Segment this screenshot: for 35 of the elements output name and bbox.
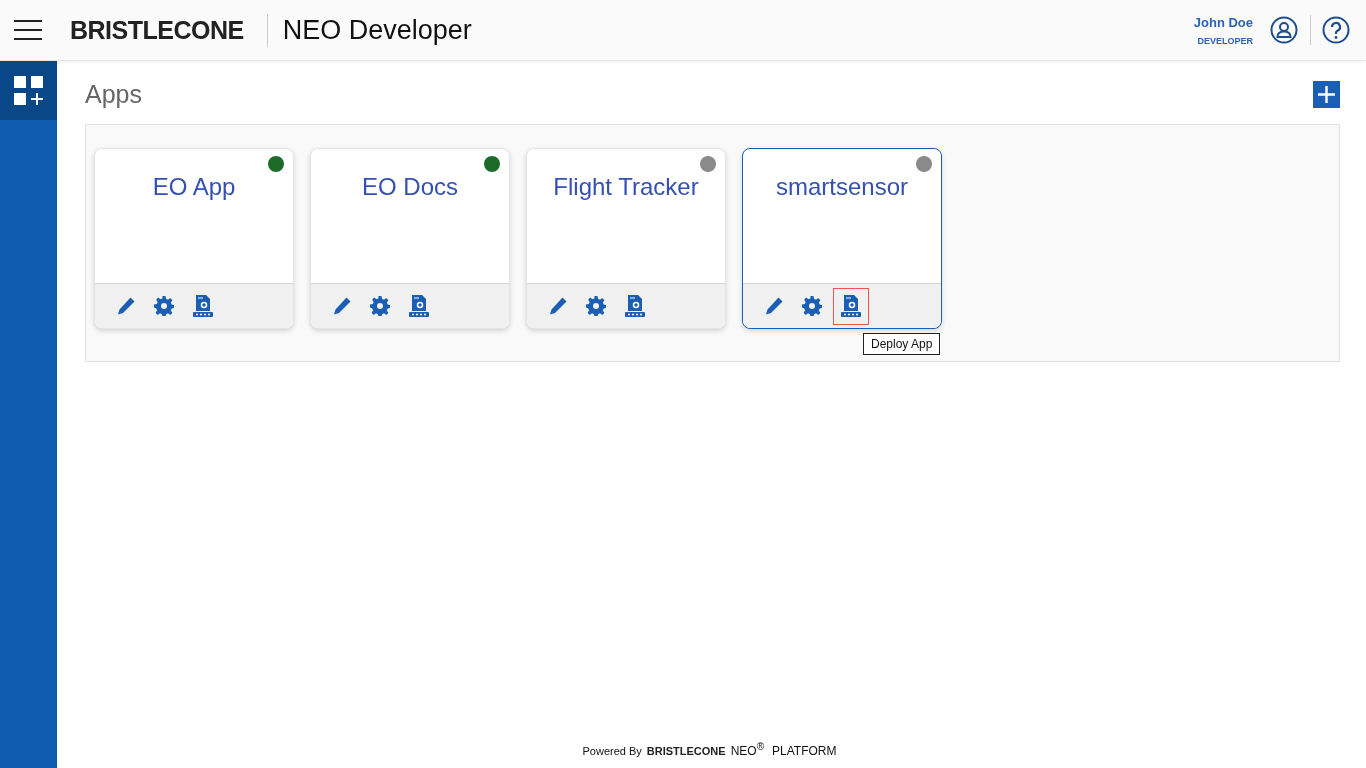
apps-grid-icon	[13, 75, 44, 106]
menu-icon[interactable]	[14, 20, 42, 40]
brand-logo: BRISTLECONE	[70, 15, 244, 45]
pencil-icon	[116, 296, 136, 316]
powered-by-text: Powered By	[582, 745, 642, 757]
tooltip: Deploy App	[863, 332, 941, 355]
pencil-icon	[332, 296, 352, 316]
document-gear-icon	[840, 295, 862, 317]
app-name: Flight Tracker	[553, 173, 699, 201]
app-name: smartsensor	[775, 173, 908, 201]
help-icon[interactable]	[1322, 16, 1350, 44]
app-name: EO App	[152, 173, 236, 201]
document-gear-icon	[624, 295, 646, 317]
settings-icon	[370, 296, 390, 316]
document-gear-icon	[192, 295, 214, 317]
pencil-icon	[764, 296, 784, 316]
app-card[interactable]: EO Docs	[310, 148, 510, 329]
pencil-icon	[548, 296, 568, 316]
apps-nav-button[interactable]	[0, 61, 57, 120]
page-title: Apps	[85, 79, 142, 109]
app-card[interactable]: EO App	[94, 148, 294, 329]
platform-label: PLATFORM	[772, 744, 837, 758]
platform-name: NEO$^{®}$	[730, 741, 765, 758]
user-name: John Doe	[1193, 14, 1253, 30]
add-button[interactable]	[1313, 80, 1340, 108]
user-role: DEVELOPER	[1197, 35, 1253, 46]
app-card[interactable]: Flight Tracker	[526, 148, 726, 329]
profile-icon[interactable]	[1270, 16, 1298, 44]
settings-icon	[802, 296, 822, 316]
settings-icon	[154, 296, 174, 316]
document-gear-icon	[408, 295, 430, 317]
product-title: NEO Developer	[282, 14, 472, 46]
brand-logo: BRISTLECONE	[646, 745, 726, 757]
settings-icon	[586, 296, 606, 316]
app-name: EO Docs	[362, 173, 458, 201]
